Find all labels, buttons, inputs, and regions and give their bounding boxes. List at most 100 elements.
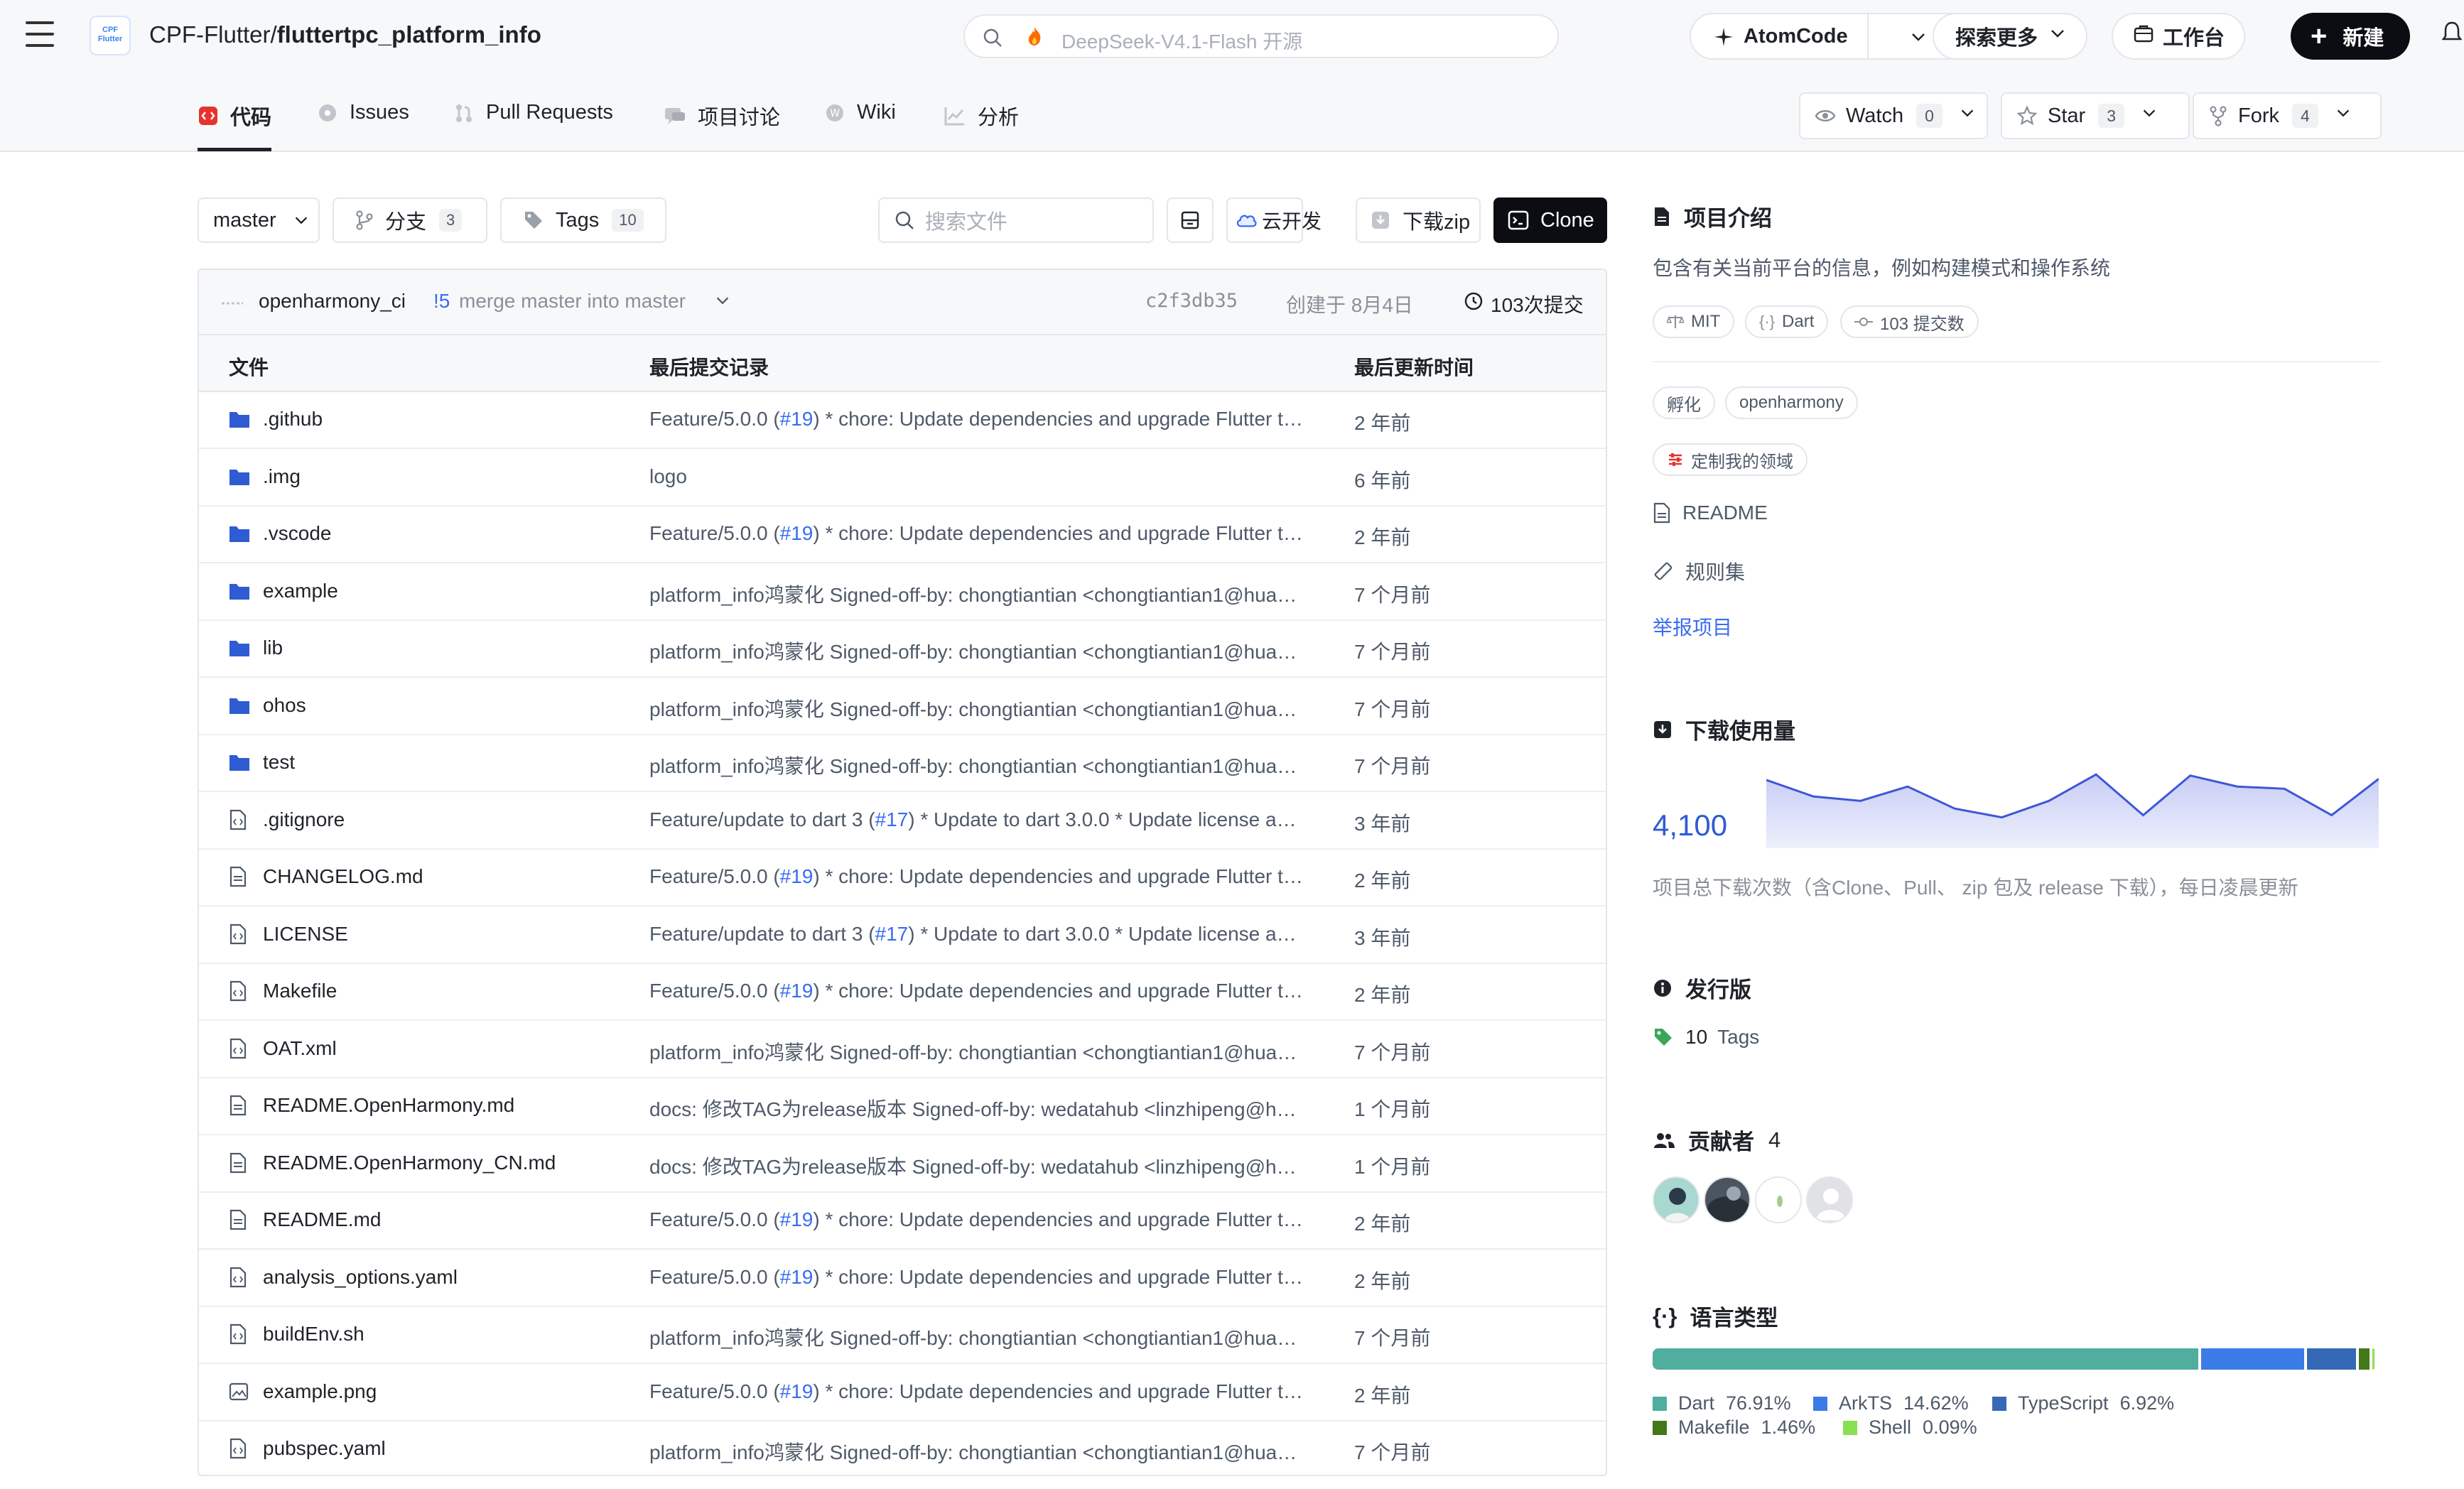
avatar[interactable]: [1755, 1176, 1802, 1223]
clone-button[interactable]: Clone: [1493, 197, 1607, 243]
table-row[interactable]: LICENSE Feature/update to dart 3 (#17) * …: [199, 907, 1606, 964]
tab-pull-requests[interactable]: Pull Requests: [453, 101, 613, 124]
pr-link[interactable]: #17: [875, 923, 909, 945]
avatar[interactable]: [1704, 1176, 1751, 1223]
commit-message-link[interactable]: Feature/5.0.0 (#19) * chore: Update depe…: [649, 1380, 1303, 1403]
commit-message-link[interactable]: platform_info鸿蒙化 Signed-off-by: chongtia…: [649, 1323, 1303, 1351]
avatar[interactable]: [1653, 1176, 1700, 1223]
workbench-button[interactable]: 工作台: [2112, 13, 2245, 60]
pr-link[interactable]: #19: [780, 522, 814, 544]
table-row[interactable]: .gitignore Feature/update to dart 3 (#17)…: [199, 793, 1606, 850]
tab-code[interactable]: 代码: [198, 101, 271, 131]
star-button[interactable]: Star 3: [2001, 92, 2190, 139]
report-project-link[interactable]: 举报项目: [1653, 612, 1732, 641]
chevron-down-icon[interactable]: [1908, 27, 1928, 53]
file-name-link[interactable]: README.OpenHarmony.md: [229, 1094, 514, 1117]
table-row[interactable]: buildEnv.sh platform_info鸿蒙化 Signed-off-b…: [199, 1307, 1606, 1364]
table-row[interactable]: example platform_info鸿蒙化 Signed-off-by: c…: [199, 564, 1606, 621]
commit-message-link[interactable]: platform_info鸿蒙化 Signed-off-by: chongtia…: [649, 751, 1303, 779]
table-row[interactable]: README.OpenHarmony_CN.md docs: 修改TAG为rele…: [199, 1136, 1606, 1193]
pr-link[interactable]: #19: [780, 865, 814, 887]
commit-message-link[interactable]: Feature/update to dart 3 (#17) * Update …: [649, 923, 1303, 946]
commit-message-link[interactable]: platform_info鸿蒙化 Signed-off-by: chongtia…: [649, 580, 1303, 608]
commit-message-link[interactable]: Feature/5.0.0 (#19) * chore: Update depe…: [649, 408, 1303, 431]
custom-domain-button[interactable]: 定制我的领域: [1653, 443, 1808, 476]
file-tree-toggle-button[interactable]: [1167, 197, 1214, 243]
commit-message-link[interactable]: docs: 修改TAG为release版本 Signed-off-by: wed…: [649, 1094, 1303, 1122]
tab-issues[interactable]: Issues: [317, 101, 409, 124]
global-search-input[interactable]: DeepSeek-V4.1-Flash 开源: [963, 14, 1559, 58]
commit-message-link[interactable]: Feature/5.0.0 (#19) * chore: Update depe…: [649, 865, 1303, 888]
explore-more-button[interactable]: 探索更多: [1933, 13, 2087, 60]
table-row[interactable]: .img logo 6 年前: [199, 450, 1606, 507]
commit-message-link[interactable]: logo: [649, 465, 1303, 488]
file-name-link[interactable]: .vscode: [229, 522, 332, 545]
file-name-link[interactable]: lib: [229, 637, 283, 659]
pr-link[interactable]: #19: [780, 408, 814, 430]
file-name-link[interactable]: .gitignore: [229, 808, 345, 831]
branch-select[interactable]: master: [198, 197, 320, 243]
new-button[interactable]: + 新建: [2291, 13, 2410, 60]
file-name-link[interactable]: ohos: [229, 694, 306, 717]
bell-icon[interactable]: [2441, 20, 2463, 50]
file-name-link[interactable]: LICENSE: [229, 923, 348, 946]
license-badge[interactable]: MIT: [1653, 305, 1735, 338]
commit-hash[interactable]: c2f3db35: [1145, 290, 1238, 312]
file-name-link[interactable]: buildEnv.sh: [229, 1323, 364, 1345]
file-name-link[interactable]: OAT.xml: [229, 1037, 337, 1060]
table-row[interactable]: .github Feature/5.0.0 (#19) * chore: Upda…: [199, 392, 1606, 449]
commits-badge[interactable]: 103 提交数: [1840, 305, 1979, 338]
file-name-link[interactable]: .img: [229, 465, 301, 488]
file-name-link[interactable]: example: [229, 580, 338, 602]
repo-name-link[interactable]: fluttertpc_platform_info: [277, 21, 541, 48]
tab-wiki[interactable]: W Wiki: [824, 101, 896, 124]
file-name-link[interactable]: README.OpenHarmony_CN.md: [229, 1152, 556, 1174]
pr-link[interactable]: #19: [780, 1266, 814, 1288]
topic-tag-incubation[interactable]: 孵化: [1653, 386, 1715, 419]
table-row[interactable]: pubspec.yaml platform_info鸿蒙化 Signed-off-…: [199, 1422, 1606, 1475]
table-row[interactable]: test platform_info鸿蒙化 Signed-off-by: chon…: [199, 735, 1606, 792]
table-row[interactable]: .vscode Feature/5.0.0 (#19) * chore: Upda…: [199, 507, 1606, 563]
topic-tag-openharmony[interactable]: openharmony: [1725, 386, 1858, 419]
commit-message[interactable]: merge master into master: [459, 290, 686, 313]
commit-count[interactable]: 103次提交: [1491, 290, 1584, 318]
commit-message-link[interactable]: platform_info鸿蒙化 Signed-off-by: chongtia…: [649, 1037, 1303, 1066]
file-search-input[interactable]: 搜索文件: [878, 197, 1154, 243]
menu-icon[interactable]: [26, 21, 54, 47]
pr-link[interactable]: #19: [780, 980, 814, 1002]
chevron-down-icon[interactable]: [713, 291, 732, 315]
file-name-link[interactable]: example.png: [229, 1380, 377, 1403]
tags-button[interactable]: Tags 10: [500, 197, 666, 243]
branches-button[interactable]: 分支 3: [333, 197, 487, 243]
cloud-dev-button-final[interactable]: 云开发: [1226, 197, 1322, 243]
file-name-link[interactable]: README.md: [229, 1208, 381, 1231]
avatar[interactable]: [1806, 1176, 1853, 1223]
commit-author[interactable]: openharmony_ci: [259, 290, 406, 313]
commit-message-link[interactable]: docs: 修改TAG为release版本 Signed-off-by: wed…: [649, 1152, 1303, 1180]
table-row[interactable]: analysis_options.yaml Feature/5.0.0 (#19)…: [199, 1250, 1606, 1307]
file-name-link[interactable]: .github: [229, 408, 323, 431]
commit-message-link[interactable]: platform_info鸿蒙化 Signed-off-by: chongtia…: [649, 694, 1303, 722]
file-name-link[interactable]: pubspec.yaml: [229, 1437, 386, 1460]
table-row[interactable]: README.md Feature/5.0.0 (#19) * chore: Up…: [199, 1193, 1606, 1250]
table-row[interactable]: Makefile Feature/5.0.0 (#19) * chore: Upd…: [199, 964, 1606, 1021]
commit-message-link[interactable]: Feature/update to dart 3 (#17) * Update …: [649, 808, 1303, 831]
table-row[interactable]: OAT.xml platform_info鸿蒙化 Signed-off-by: c…: [199, 1022, 1606, 1078]
commit-message-link[interactable]: Feature/5.0.0 (#19) * chore: Update depe…: [649, 1208, 1303, 1231]
table-row[interactable]: lib platform_info鸿蒙化 Signed-off-by: chong…: [199, 621, 1606, 678]
release-tags-link[interactable]: 10 Tags: [1653, 1026, 1759, 1049]
commit-pr-link[interactable]: !5: [433, 290, 450, 313]
file-name-link[interactable]: test: [229, 751, 295, 774]
file-name-link[interactable]: analysis_options.yaml: [229, 1266, 458, 1289]
repo-logo[interactable]: CPF Flutter: [90, 16, 131, 55]
file-name-link[interactable]: CHANGELOG.md: [229, 865, 423, 888]
commit-message-link[interactable]: Feature/5.0.0 (#19) * chore: Update depe…: [649, 980, 1303, 1002]
pr-link[interactable]: #19: [780, 1380, 814, 1402]
readme-link[interactable]: README: [1653, 502, 1768, 524]
pr-link[interactable]: #19: [780, 1208, 814, 1230]
rules-link[interactable]: 规则集: [1653, 557, 1745, 585]
table-row[interactable]: CHANGELOG.md Feature/5.0.0 (#19) * chore:…: [199, 850, 1606, 906]
repo-owner-link[interactable]: CPF-Flutter: [149, 21, 271, 48]
commit-message-link[interactable]: platform_info鸿蒙化 Signed-off-by: chongtia…: [649, 637, 1303, 665]
commit-message-link[interactable]: platform_info鸿蒙化 Signed-off-by: chongtia…: [649, 1437, 1303, 1466]
